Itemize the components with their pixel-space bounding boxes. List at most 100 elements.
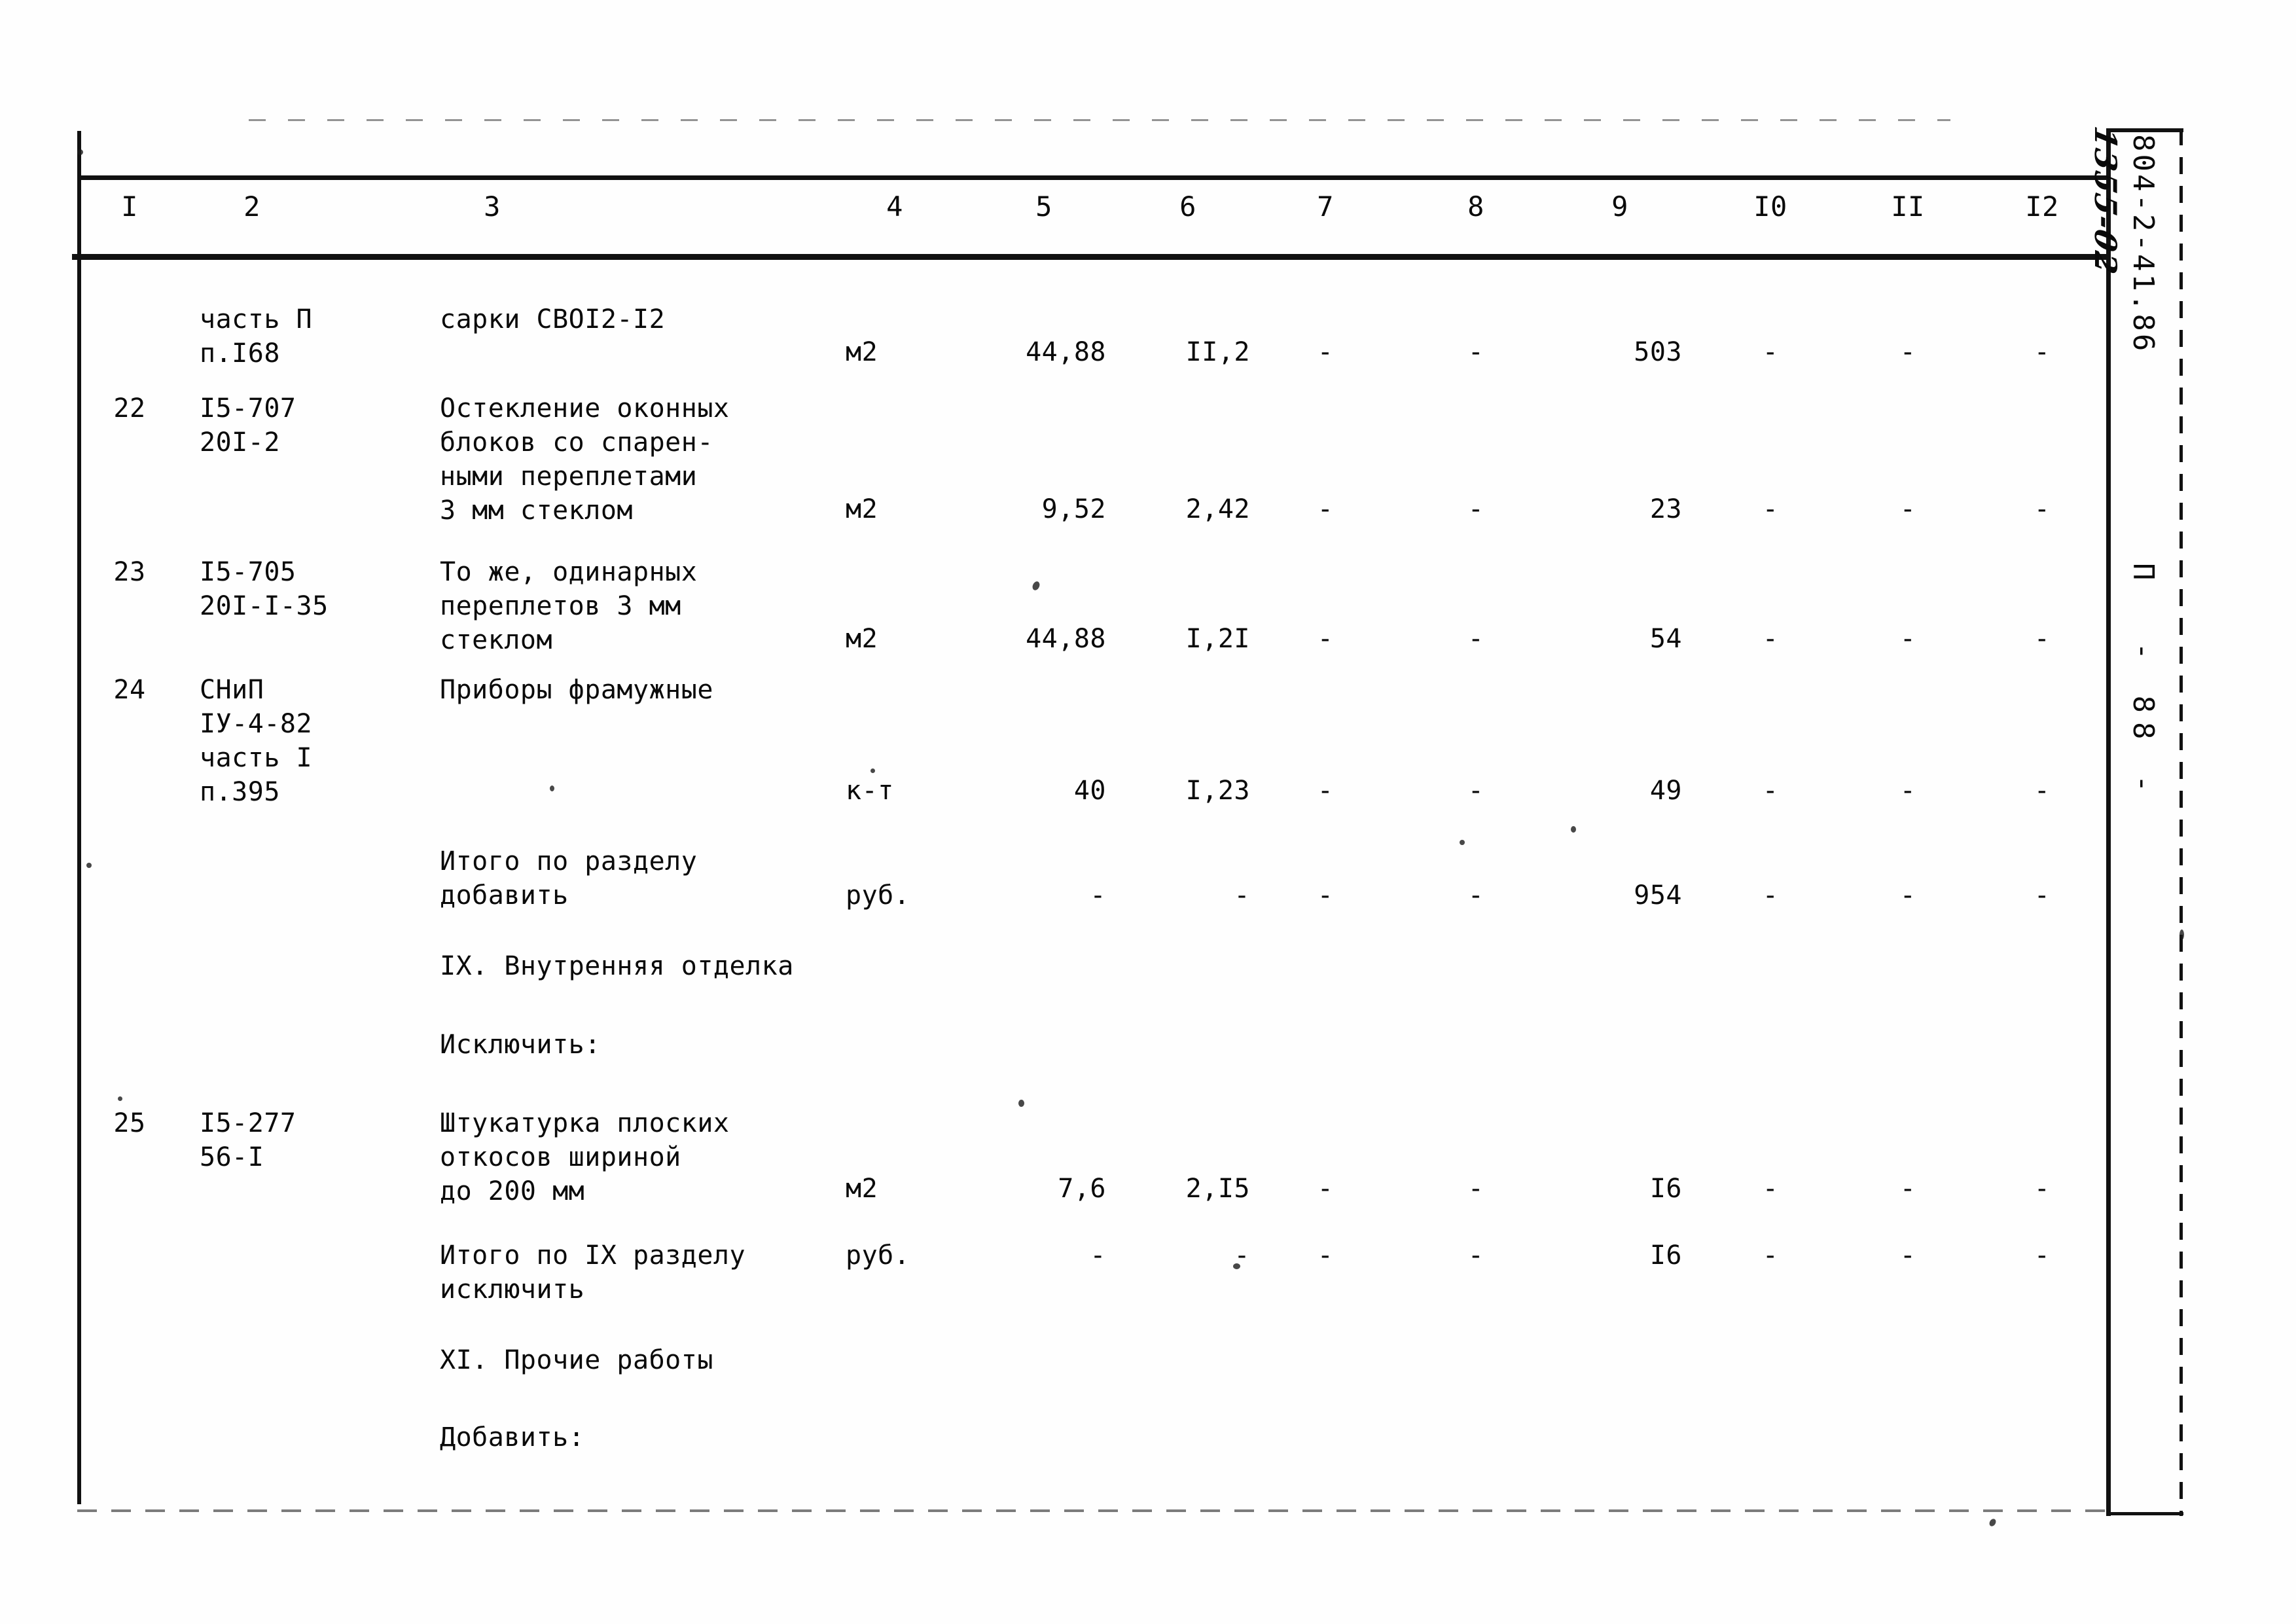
- row-code-line: I5-707: [200, 393, 296, 424]
- row-code-line: часть I: [200, 743, 313, 773]
- table-left-border: [77, 131, 81, 1504]
- scan-speckle: [118, 1096, 122, 1101]
- row-value-col-12: -: [2034, 1174, 2051, 1204]
- column-header-10: I0: [1753, 190, 1787, 223]
- row-value-col-5: 7,6: [1058, 1174, 1106, 1204]
- row-value-col-12: -: [2034, 1240, 2051, 1271]
- row-value-col-12: -: [2034, 776, 2051, 806]
- row-number: 22: [113, 393, 146, 424]
- row-value-col-6: II,2: [1185, 337, 1250, 367]
- row-value-col-4: м2: [846, 337, 878, 367]
- column-header-3: 3: [484, 190, 501, 223]
- row-value-col-11: -: [1899, 776, 1916, 806]
- row-description-line: Добавить:: [440, 1422, 585, 1453]
- table-bottom-border: [77, 1509, 2109, 1512]
- row-value-col-10: -: [1762, 880, 1779, 911]
- row-value-col-11: -: [1899, 494, 1916, 524]
- row-value-col-4: м2: [846, 1174, 878, 1204]
- margin-dashed-border: [2179, 128, 2183, 1516]
- row-value-col-12: -: [2034, 880, 2051, 911]
- row-description-line: добавить: [440, 880, 569, 911]
- scan-speckle: [86, 863, 92, 868]
- row-value-col-11: -: [1899, 337, 1916, 367]
- row-value-col-4: м2: [846, 494, 878, 524]
- row-value-col-11: -: [1899, 880, 1916, 911]
- row-value-col-11: -: [1899, 624, 1916, 654]
- row-value-col-6: -: [1234, 1240, 1250, 1271]
- row-value-col-4: руб.: [846, 1240, 910, 1271]
- row-value-col-4: руб.: [846, 880, 910, 911]
- row-value-col-8: -: [1467, 337, 1484, 367]
- row-code-line: IУ-4-82: [200, 709, 313, 739]
- scan-speckle: [1988, 1517, 1998, 1528]
- column-header-2: 2: [243, 190, 260, 223]
- row-value-col-8: -: [1467, 1240, 1484, 1271]
- row-value-col-5: -: [1090, 1240, 1106, 1271]
- table-header-separator: [72, 254, 2111, 260]
- column-header-8: 8: [1467, 190, 1484, 223]
- scan-speckle: [550, 785, 554, 791]
- row-value-col-6: 2,I5: [1185, 1174, 1250, 1204]
- scan-speckle: [1233, 1263, 1240, 1269]
- row-value-col-7: -: [1317, 494, 1334, 524]
- row-code-line: п.395: [200, 777, 280, 807]
- row-value-col-5: -: [1090, 880, 1106, 911]
- row-value-col-10: -: [1762, 776, 1779, 806]
- row-description-line: Остекление оконных: [440, 393, 730, 424]
- row-number: 25: [113, 1108, 146, 1138]
- margin-document-code: 804-2-41.86: [2126, 134, 2160, 354]
- column-header-5: 5: [1035, 190, 1052, 223]
- row-description-line: исключить: [440, 1274, 585, 1305]
- scan-speckle: [2179, 929, 2184, 940]
- row-value-col-6: 2,42: [1185, 494, 1250, 524]
- scan-speckle: [1031, 580, 1041, 592]
- row-value-col-12: -: [2034, 337, 2051, 367]
- row-value-col-7: -: [1317, 1240, 1334, 1271]
- scan-speckle: [1460, 840, 1465, 845]
- row-description-line: сарки СВОI2-I2: [440, 304, 666, 334]
- row-value-col-10: -: [1762, 494, 1779, 524]
- table-right-border: [2106, 128, 2111, 1516]
- row-description-line: Исключить:: [440, 1030, 601, 1060]
- row-value-col-7: -: [1317, 776, 1334, 806]
- row-description-line: Итого по IX разделу: [440, 1240, 746, 1271]
- row-value-col-8: -: [1467, 494, 1484, 524]
- row-value-col-9: 54: [1649, 624, 1682, 654]
- row-value-col-10: -: [1762, 624, 1779, 654]
- row-description-line: блоков со спарен-: [440, 427, 713, 458]
- row-code-line: I5-277: [200, 1108, 296, 1138]
- column-header-6: 6: [1179, 190, 1196, 223]
- row-value-col-9: 503: [1634, 337, 1682, 367]
- row-code-line: 20I-2: [200, 427, 280, 458]
- row-value-col-8: -: [1467, 880, 1484, 911]
- row-value-col-7: -: [1317, 880, 1334, 911]
- row-value-col-9: I6: [1649, 1240, 1682, 1271]
- row-value-col-10: -: [1762, 1240, 1779, 1271]
- row-description-line: То же, одинарных: [440, 557, 698, 587]
- row-description-line: стеклом: [440, 625, 553, 655]
- row-value-col-10: -: [1762, 337, 1779, 367]
- row-description-line: Приборы фрамужные: [440, 675, 713, 705]
- row-value-col-10: -: [1762, 1174, 1779, 1204]
- row-value-col-9: 954: [1634, 880, 1682, 911]
- row-value-col-9: I6: [1649, 1174, 1682, 1204]
- margin-page-marker: П - 88 -: [2126, 563, 2160, 802]
- column-header-1: I: [121, 190, 138, 223]
- row-description-line: переплетов 3 мм: [440, 591, 681, 621]
- scan-speckle: [870, 768, 875, 773]
- row-description-line: IX. Внутренняя отделка: [440, 951, 794, 981]
- row-code-line: 20I-I-35: [200, 591, 329, 621]
- scan-speckle: [1018, 1100, 1024, 1107]
- top-dashed-guide: [249, 119, 1950, 121]
- row-value-col-9: 49: [1649, 776, 1682, 806]
- row-code-line: часть П: [200, 304, 313, 334]
- scan-speckle: [77, 149, 83, 155]
- scanned-page: I 2 3 4 5 6 7 8 9 I0 II I2 часть Пп.I68 сарки СВОI2-…: [0, 0, 2296, 1624]
- column-header-12: I2: [2025, 190, 2059, 223]
- margin-handwritten-code: 1355-02: [2088, 123, 2123, 279]
- table-top-border: [77, 175, 2109, 180]
- row-value-col-5: 9,52: [1041, 494, 1106, 524]
- row-value-col-11: -: [1899, 1174, 1916, 1204]
- row-value-col-11: -: [1899, 1240, 1916, 1271]
- row-description-line: Штукатурка плоских: [440, 1108, 730, 1138]
